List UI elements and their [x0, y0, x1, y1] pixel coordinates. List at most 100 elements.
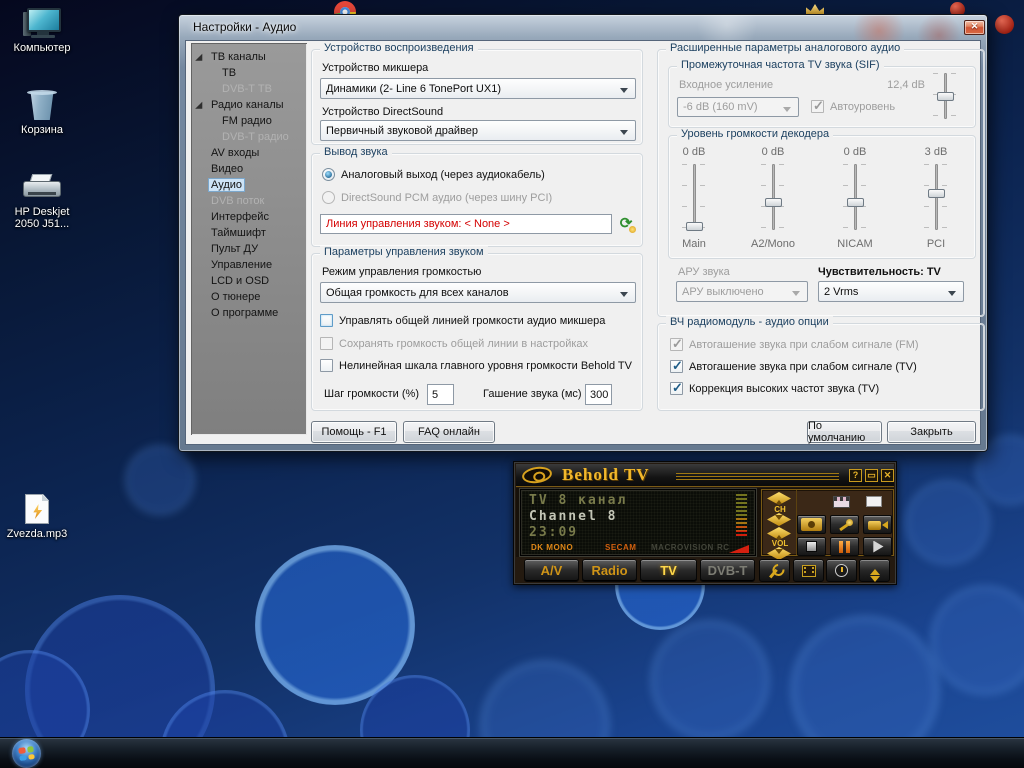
sidebar-item-remote[interactable]: Пульт ДУ: [191, 241, 307, 257]
mode-av-button[interactable]: A/V: [524, 559, 579, 582]
desktop-icon-label: Корзина: [0, 124, 84, 136]
sidebar-item-about-tuner[interactable]: О тюнере: [191, 289, 307, 305]
expand-arrow-icon[interactable]: [195, 102, 206, 113]
decoder-slider-a2mono[interactable]: [759, 164, 786, 230]
help-button[interactable]: Помощь - F1: [311, 421, 397, 443]
sidebar-item-timeshift[interactable]: Таймшифт: [191, 225, 307, 241]
sidebar-item-video[interactable]: Видео: [191, 161, 307, 177]
sidebar-item-lcd-osd[interactable]: LCD и OSD: [191, 273, 307, 289]
group-title: Параметры управления звуком: [320, 246, 488, 258]
desktop-icon-label2: 2050 J51...: [0, 218, 84, 230]
automute-tv-checkbox[interactable]: Автогашение звука при слабом сигнале (TV…: [670, 360, 917, 373]
slider-thumb[interactable]: [765, 198, 782, 207]
clapperboard-icon[interactable]: [833, 496, 850, 508]
windows-flag-icon: [18, 746, 35, 761]
desktop-icon-mp3[interactable]: Zvezda.mp3: [0, 494, 79, 540]
record-audio-button[interactable]: [830, 515, 859, 534]
directsound-device-combo[interactable]: Первичный звуковой драйвер: [320, 120, 636, 141]
sidebar-item-tv-channels[interactable]: ТВ каналы: [191, 49, 307, 65]
desktop-icon-recycle-bin[interactable]: Корзина: [0, 88, 84, 136]
decoder-label: Main: [669, 238, 719, 250]
lcd-line-source: TV 8 канал: [529, 493, 627, 508]
player-minimize-icon[interactable]: ▭: [865, 469, 878, 482]
sif-level-value: 12,4 dB: [869, 79, 925, 91]
lcd-status-video-standard: SECAM: [605, 543, 636, 552]
desktop-icon-label: HP Deskjet: [0, 206, 84, 218]
slider-thumb[interactable]: [928, 189, 945, 198]
sidebar-item-tv[interactable]: ТВ: [191, 65, 307, 81]
volume-step-stepper[interactable]: 5: [427, 384, 469, 405]
hf-correction-checkbox[interactable]: Коррекция высоких частот звука (TV): [670, 382, 879, 395]
mixer-line-field: Линия управления звуком: < None >: [320, 214, 612, 234]
desktop-icon-computer[interactable]: Компьютер: [0, 8, 84, 54]
video-window-icon[interactable]: [866, 496, 882, 507]
volume-control-group: Параметры управления звуком Режим управл…: [311, 253, 643, 411]
scheduler-clock-icon[interactable]: [826, 559, 857, 582]
nonlinear-scale-checkbox[interactable]: Нелинейная шкала главного уровня громкос…: [320, 359, 632, 372]
behold-eye-logo-icon: [521, 465, 553, 485]
start-button[interactable]: [12, 739, 41, 768]
channel-label: CH: [762, 505, 798, 514]
defaults-button[interactable]: По умолчанию: [807, 421, 882, 443]
volume-mode-label: Режим управления громкостью: [322, 266, 481, 278]
group-title: Вывод звука: [320, 146, 392, 158]
sidebar-item-radio-channels[interactable]: Радио каналы: [191, 97, 307, 113]
player-help-icon[interactable]: ?: [849, 469, 862, 482]
snapshot-button[interactable]: [797, 515, 826, 534]
player-close-icon[interactable]: ✕: [881, 469, 894, 482]
red-app-icon-2[interactable]: [995, 15, 1014, 34]
mode-tv-button[interactable]: TV: [640, 559, 697, 582]
decoder-slider-nicam[interactable]: [841, 164, 868, 230]
slider-thumb[interactable]: [847, 198, 864, 207]
autolevel-checkbox: Автоуровень: [811, 100, 895, 113]
stop-button[interactable]: [797, 537, 826, 556]
playlist-film-icon[interactable]: [793, 559, 824, 582]
sidebar-item-control[interactable]: Управление: [191, 257, 307, 273]
master-line-checkbox[interactable]: Управлять общей линией громкости аудио м…: [320, 314, 605, 327]
pause-button[interactable]: [830, 537, 859, 556]
sidebar-item-about-program[interactable]: О программе: [191, 305, 307, 321]
mixer-device-label: Устройство микшера: [322, 62, 428, 74]
volume-mode-combo[interactable]: Общая громкость для всех каналов: [320, 282, 636, 303]
sensitivity-label: Чувствительность: TV: [818, 266, 941, 278]
expand-arrow-icon[interactable]: [195, 54, 206, 65]
pcm-output-radio: DirectSound PCM аудио (через шину PCI): [322, 191, 552, 204]
dialog-title: Настройки - Аудио: [193, 20, 296, 34]
advanced-analog-group: Расширенные параметры аналогового аудио …: [657, 49, 985, 317]
collapse-icon[interactable]: [859, 559, 890, 582]
close-button[interactable]: Закрыть: [887, 421, 976, 443]
channel-down-button[interactable]: [767, 513, 791, 526]
lcd-line-clock: 23:09: [529, 525, 578, 540]
decoder-slider-pci[interactable]: [922, 164, 949, 230]
channel-up-button[interactable]: [767, 492, 791, 505]
analog-output-radio[interactable]: Аналоговый выход (через аудиокабель): [322, 168, 545, 181]
recycle-bin-icon: [27, 88, 57, 120]
player-titlebar[interactable]: Behold TV ? ▭ ✕: [516, 464, 894, 487]
group-title: Расширенные параметры аналогового аудио: [666, 42, 904, 54]
mixer-device-combo[interactable]: Динамики (2- Line 6 TonePort UX1): [320, 78, 636, 99]
slider-thumb[interactable]: [686, 222, 703, 231]
sif-level-slider: [931, 73, 958, 119]
sidebar-item-av-inputs[interactable]: AV входы: [191, 145, 307, 161]
input-gain-combo: -6 dB (160 mV): [677, 97, 799, 117]
mode-radio-button[interactable]: Radio: [582, 559, 637, 582]
faq-button[interactable]: FAQ онлайн: [403, 421, 495, 443]
sensitivity-combo[interactable]: 2 Vrms: [818, 281, 964, 302]
close-icon[interactable]: [964, 20, 985, 35]
record-video-button[interactable]: [863, 515, 892, 534]
mute-time-stepper[interactable]: 300: [585, 384, 627, 405]
sidebar-item-fm-radio[interactable]: FM радио: [191, 113, 307, 129]
settings-wrench-icon[interactable]: [759, 559, 790, 582]
decoder-slider-main[interactable]: [680, 164, 707, 230]
settings-tree: ТВ каналы ТВ DVB-T ТВ Радио каналы FM ра…: [191, 43, 307, 435]
group-title: Устройство воспроизведения: [320, 42, 478, 54]
desktop-icon-printer[interactable]: HP Deskjet 2050 J51...: [0, 174, 84, 230]
sidebar-item-interface[interactable]: Интерфейс: [191, 209, 307, 225]
sidebar-item-audio[interactable]: Аудио: [191, 177, 307, 193]
refresh-mixer-line-icon[interactable]: ⟳: [616, 214, 636, 234]
group-title: Промежуточная частота TV звука (SIF): [677, 59, 884, 71]
desktop-icon-label: Zvezda.mp3: [0, 528, 79, 540]
play-button[interactable]: [863, 537, 892, 556]
decoder-value: 0 dB: [748, 146, 798, 158]
decoder-volume-group: Уровень громкости декодера 0 dB 0 dB 0 d…: [668, 135, 976, 259]
